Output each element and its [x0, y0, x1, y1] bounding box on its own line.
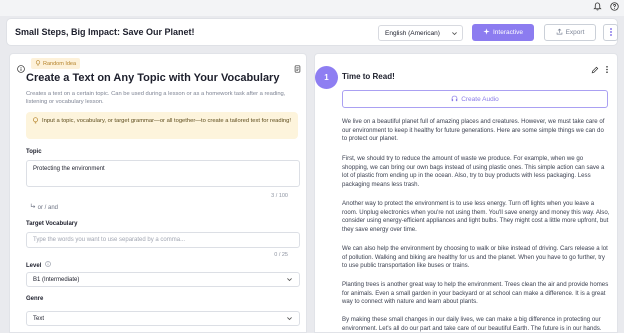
bell-icon[interactable]: [592, 1, 603, 12]
random-idea-label: Random Idea: [43, 60, 77, 67]
document-icon[interactable]: [294, 60, 301, 78]
reading-paragraph: We can also help the environment by choo…: [342, 245, 608, 270]
create-audio-label: Create Audio: [461, 95, 499, 103]
app-header: Small Steps, Big Impact: Save Our Planet…: [6, 18, 618, 46]
upload-icon: [556, 28, 563, 37]
chevron-down-icon: [286, 276, 293, 285]
vocab-counter: 0 / 25: [274, 252, 288, 258]
step-number-badge: 1: [315, 66, 338, 89]
export-label: Export: [565, 29, 585, 36]
reading-paragraph: Planting trees is another great way to h…: [342, 281, 609, 306]
level-select[interactable]: B1 (Intermediate): [26, 272, 300, 287]
more-options-button[interactable]: [603, 24, 618, 41]
reading-title: Time to Read!: [342, 72, 395, 81]
reading-paragraph: First, we should try to reduce the amoun…: [342, 155, 605, 189]
or-and-text: or / and: [37, 205, 59, 211]
headphones-icon: [451, 95, 458, 104]
level-label-text: Level: [26, 263, 42, 269]
reading-paragraph: We live on a beautiful planet full of am…: [342, 118, 605, 143]
info-icon[interactable]: [17, 60, 25, 78]
vocab-placeholder: Type the words you want to use separated…: [33, 237, 186, 243]
info-icon[interactable]: [45, 261, 51, 269]
vocab-input[interactable]: Type the words you want to use separated…: [26, 232, 300, 248]
hint-box: Input a topic, vocabulary, or target gra…: [26, 112, 298, 139]
chevron-down-icon: [451, 30, 458, 39]
topic-input[interactable]: Protecting the environment: [26, 160, 300, 187]
topic-counter: 3 / 100: [271, 193, 288, 199]
genre-label: Genre: [26, 296, 44, 302]
language-select[interactable]: English (American): [378, 25, 463, 41]
help-icon[interactable]: [609, 1, 620, 12]
task-settings-panel: Random Idea Create a Text on Any Topic w…: [9, 53, 307, 333]
chevron-down-icon: [286, 315, 293, 324]
interactive-button[interactable]: Interactive: [472, 24, 534, 41]
top-strip: [0, 0, 624, 16]
hint-text: Input a topic, vocabulary, or target gra…: [42, 118, 291, 124]
language-value: English (American): [385, 30, 440, 37]
page-title: Small Steps, Big Impact: Save Our Planet…: [15, 27, 195, 37]
sparkle-icon: [483, 28, 490, 37]
or-and-divider: or / and: [30, 203, 58, 211]
more-vertical-icon: [609, 24, 613, 42]
genre-value: Text: [33, 316, 45, 322]
random-idea-button[interactable]: Random Idea: [31, 58, 81, 69]
export-button[interactable]: Export: [544, 24, 596, 41]
topic-label: Topic: [26, 149, 42, 155]
reading-panel: 1 Time to Read! Create Audio We live on …: [314, 53, 618, 333]
create-audio-button[interactable]: Create Audio: [342, 90, 608, 108]
reading-paragraph: Another way to protect the environment i…: [342, 200, 610, 234]
lightbulb-icon: [35, 59, 41, 68]
more-vertical-icon[interactable]: [605, 61, 609, 79]
task-description: Creates a text on a certain topic. Can b…: [26, 91, 286, 105]
interactive-label: Interactive: [493, 29, 523, 36]
vocab-label: Target Vocabulary: [26, 221, 78, 227]
task-title: Create a Text on Any Topic with Your Voc…: [26, 72, 280, 84]
return-icon: [30, 203, 38, 211]
top-icons: [592, 1, 620, 12]
lightbulb-icon: [32, 117, 39, 127]
edit-icon[interactable]: [591, 61, 599, 79]
genre-select[interactable]: Text: [26, 311, 300, 326]
reading-paragraph: By making these small changes in our dai…: [342, 316, 602, 332]
topic-value: Protecting the environment: [33, 166, 105, 172]
level-value: B1 (Intermediate): [33, 277, 80, 283]
level-label: Level: [26, 261, 51, 269]
